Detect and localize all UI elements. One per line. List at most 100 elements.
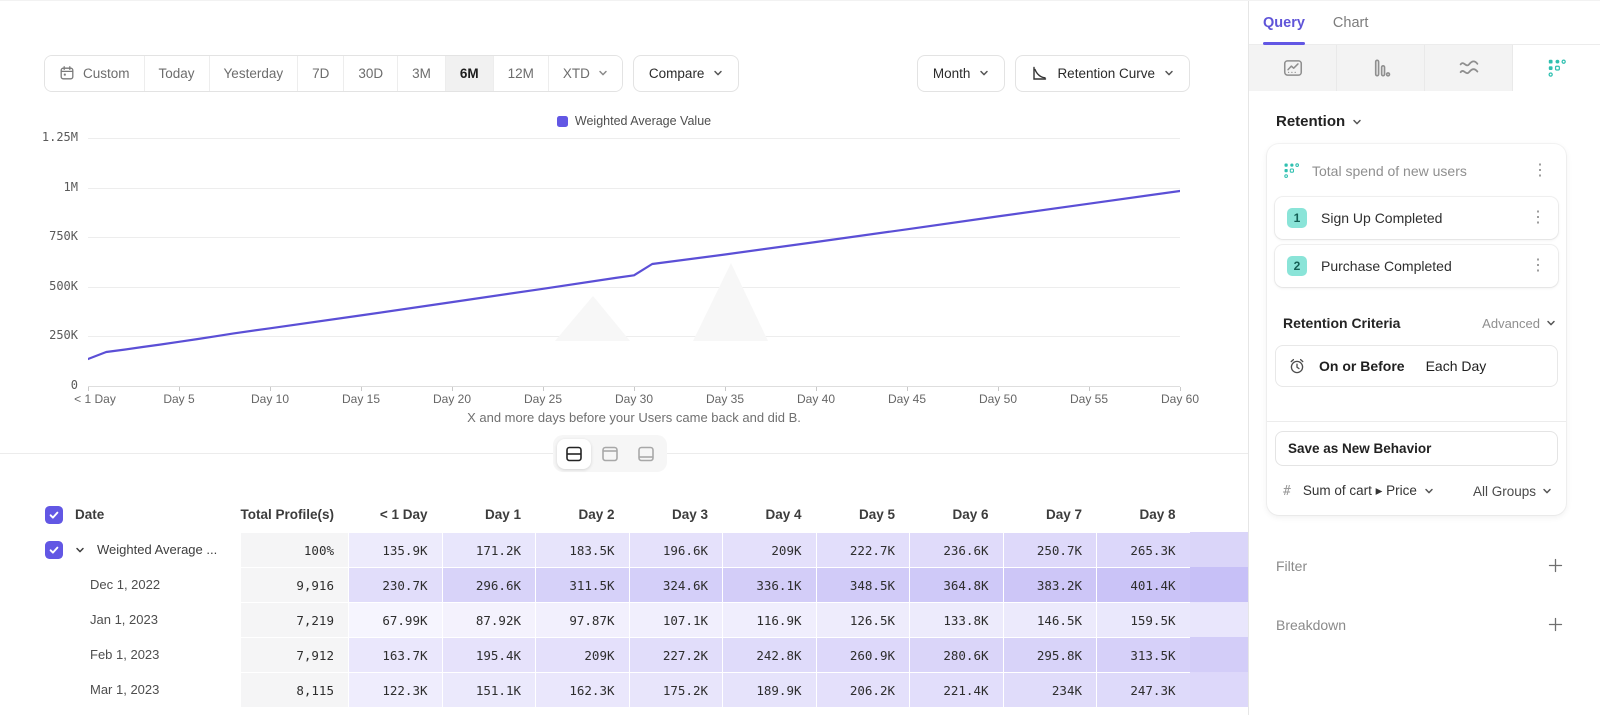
total-profiles-cell: 7,912 <box>240 637 348 672</box>
retention-value-cell-clipped <box>1190 637 1248 672</box>
behavior-step-1[interactable]: 1Sign Up Completed⋮ <box>1275 197 1558 239</box>
report-type-dropdown[interactable]: Retention <box>1276 113 1566 130</box>
criteria-mode-dropdown[interactable]: Advanced <box>1482 316 1556 331</box>
retention-value-cell-clipped <box>1190 567 1248 602</box>
retention-value-cell: 135.9K <box>348 532 442 567</box>
criteria-timing-control[interactable]: On or Before Each Day <box>1275 345 1558 387</box>
chart-legend: Weighted Average Value <box>88 114 1180 130</box>
row-checkbox[interactable] <box>45 541 63 559</box>
y-axis-label: 0 <box>24 378 78 392</box>
date-range-custom[interactable]: Custom <box>45 56 145 91</box>
chevron-down-icon <box>1352 117 1362 127</box>
legend-item[interactable]: Weighted Average Value <box>557 114 711 128</box>
sidebar-tab-query[interactable]: Query <box>1263 1 1305 45</box>
split-layout-button[interactable] <box>557 439 591 469</box>
x-axis-label: Day 20 <box>417 392 487 406</box>
alarm-clock-icon <box>1288 357 1306 375</box>
calendar-icon <box>59 65 75 81</box>
compare-label: Compare <box>649 66 705 81</box>
save-as-new-behavior-button[interactable]: Save as New Behavior <box>1275 431 1558 466</box>
top-layout-button[interactable] <box>593 439 627 469</box>
retention-value-cell: 260.9K <box>816 637 910 672</box>
number-type-icon: # <box>1283 484 1291 499</box>
date-range-label: Yesterday <box>224 66 284 81</box>
retention-line-series[interactable] <box>88 191 1180 359</box>
chart-type-button[interactable]: Retention Curve <box>1015 55 1190 92</box>
retention-value-cell: 221.4K <box>909 672 1003 707</box>
retention-value-cell: 171.2K <box>442 532 536 567</box>
x-axis-label: Day 60 <box>1145 392 1215 406</box>
retention-chart-type-button[interactable] <box>1513 45 1600 91</box>
granularity-label: Month <box>933 66 971 81</box>
column-header: Day 6 <box>909 497 1003 532</box>
tab-label: Chart <box>1333 15 1368 31</box>
x-axis-tick <box>1180 387 1181 391</box>
y-axis-label: 500K <box>24 279 78 293</box>
total-profiles-cell: 100% <box>240 532 348 567</box>
step-menu-button[interactable]: ⋮ <box>1526 210 1550 226</box>
step-number-badge: 1 <box>1287 208 1307 228</box>
breakdown-section[interactable]: Breakdown <box>1276 616 1564 633</box>
column-header: Total Profile(s) <box>240 497 348 532</box>
top-layout-icon <box>600 444 620 464</box>
retention-value-cell: 401.4K <box>1096 567 1190 602</box>
criteria-mode-label: Advanced <box>1482 316 1540 331</box>
compare-button[interactable]: Compare <box>633 55 740 92</box>
column-header: Day 4 <box>722 497 816 532</box>
column-header: Day 8 <box>1096 497 1190 532</box>
retention-value-cell: 175.2K <box>629 672 723 707</box>
flows-icon <box>1457 56 1481 80</box>
table-row-head: Weighted Average ... <box>30 532 240 567</box>
date-range-today[interactable]: Today <box>145 56 210 91</box>
date-range-yesterday[interactable]: Yesterday <box>210 56 299 91</box>
step-event-label: Purchase Completed <box>1321 258 1512 274</box>
date-range-label: Today <box>159 66 195 81</box>
date-range-12m[interactable]: 12M <box>494 56 549 91</box>
retention-value-cell: 230.7K <box>348 567 442 602</box>
funnels-chart-type-button[interactable] <box>1337 45 1425 91</box>
date-range-label: 3M <box>412 66 431 81</box>
sidebar-tab-chart[interactable]: Chart <box>1333 1 1368 45</box>
date-range-label: 7D <box>312 66 329 81</box>
chevron-down-icon <box>1542 486 1552 496</box>
chart-caption: X and more days before your Users came b… <box>88 410 1180 425</box>
step-number-badge: 2 <box>1287 256 1307 276</box>
step-menu-button[interactable]: ⋮ <box>1526 258 1550 274</box>
group-label: All Groups <box>1473 484 1536 499</box>
retention-value-cell: 250.7K <box>1003 532 1097 567</box>
retention-value-cell: 133.8K <box>909 602 1003 637</box>
date-range-6m[interactable]: 6M <box>446 56 494 91</box>
bottom-layout-button[interactable] <box>629 439 663 469</box>
date-range-3m[interactable]: 3M <box>398 56 446 91</box>
date-range-xtd[interactable]: XTD <box>549 56 622 91</box>
behavior-step-2[interactable]: 2 Purchase Completed ⋮ <box>1275 245 1558 287</box>
select-all-checkbox[interactable] <box>45 506 63 524</box>
flows-chart-type-button[interactable] <box>1425 45 1513 91</box>
filter-section[interactable]: Filter <box>1276 557 1564 574</box>
retention-value-cell: 295.8K <box>1003 637 1097 672</box>
retention-value-cell: 383.2K <box>1003 567 1097 602</box>
plus-icon <box>1547 557 1564 574</box>
behavior-title: Total spend of new users <box>1312 163 1516 179</box>
section-label: Breakdown <box>1276 617 1346 633</box>
retention-dots-icon <box>1283 162 1300 179</box>
retention-value-cell: 126.5K <box>816 602 910 637</box>
date-range-7d[interactable]: 7D <box>298 56 344 91</box>
retention-value-cell: 247.3K <box>1096 672 1190 707</box>
x-axis-label: Day 35 <box>690 392 760 406</box>
retention-value-cell: 159.5K <box>1096 602 1190 637</box>
section-label: Filter <box>1276 558 1307 574</box>
retention-value-cell: 311.5K <box>535 567 629 602</box>
behavior-menu-button[interactable]: ⋮ <box>1528 163 1552 179</box>
retention-value-cell: 196.6K <box>629 532 723 567</box>
granularity-button[interactable]: Month <box>917 55 1006 92</box>
expand-row-chevron-icon[interactable] <box>75 545 85 555</box>
query-sidebar: Query Chart Retention Total spend of new … <box>1248 1 1600 715</box>
table-row-date: Feb 1, 2023 <box>30 637 240 672</box>
insights-chart-type-button[interactable] <box>1249 45 1337 91</box>
measurement-dropdown[interactable]: Sum of cart ▸ Price <box>1303 483 1461 499</box>
date-range-30d[interactable]: 30D <box>344 56 398 91</box>
column-header: Day 5 <box>816 497 910 532</box>
group-dropdown[interactable]: All Groups <box>1473 484 1552 499</box>
y-axis-label: 750K <box>24 229 78 243</box>
